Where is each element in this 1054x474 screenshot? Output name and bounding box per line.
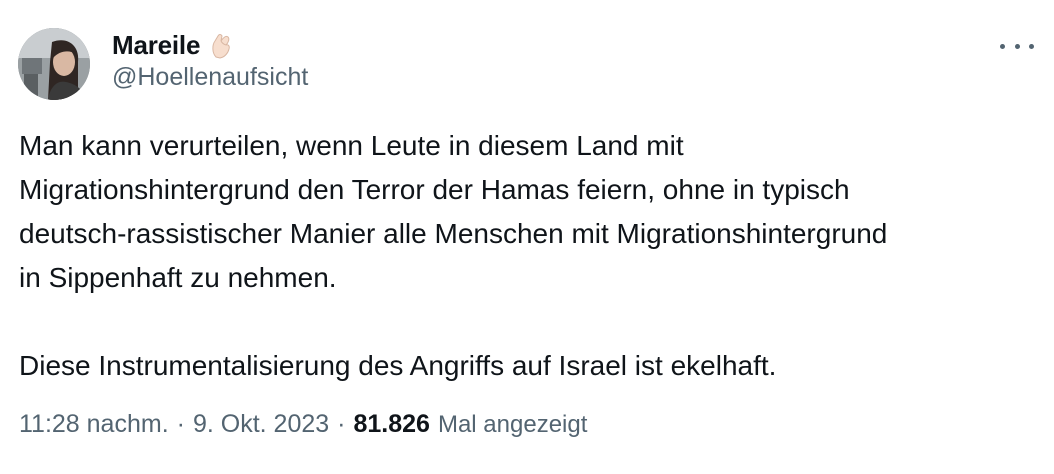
views-label[interactable]: Mal angezeigt bbox=[438, 411, 587, 439]
tweet-date[interactable]: 9. Okt. 2023 bbox=[193, 410, 329, 439]
author-display-name[interactable]: Mareile bbox=[112, 30, 200, 61]
tweet-card: Mareile @Hoellenaufsicht Man kann verurt… bbox=[0, 0, 1054, 474]
more-dot bbox=[1000, 43, 1005, 49]
more-dot bbox=[1029, 43, 1034, 49]
author-handle[interactable]: @Hoellenaufsicht bbox=[112, 63, 308, 92]
avatar[interactable] bbox=[18, 28, 90, 100]
meta-separator: · bbox=[337, 410, 346, 438]
avatar-image bbox=[18, 28, 90, 100]
more-options-icon[interactable] bbox=[1000, 36, 1034, 56]
pinching-hand-emoji-icon bbox=[210, 31, 232, 59]
meta-separator: · bbox=[176, 410, 185, 438]
views-count[interactable]: 81.826 bbox=[354, 410, 430, 439]
more-dot bbox=[1014, 43, 1020, 49]
tweet-text: Man kann verurteilen, wenn Leute in dies… bbox=[19, 130, 888, 381]
author-name-row: Mareile bbox=[112, 28, 232, 62]
tweet-time[interactable]: 11:28 nachm. bbox=[19, 410, 169, 439]
tweet-meta: 11:28 nachm. · 9. Okt. 2023 · 81.826 Mal… bbox=[19, 410, 587, 439]
